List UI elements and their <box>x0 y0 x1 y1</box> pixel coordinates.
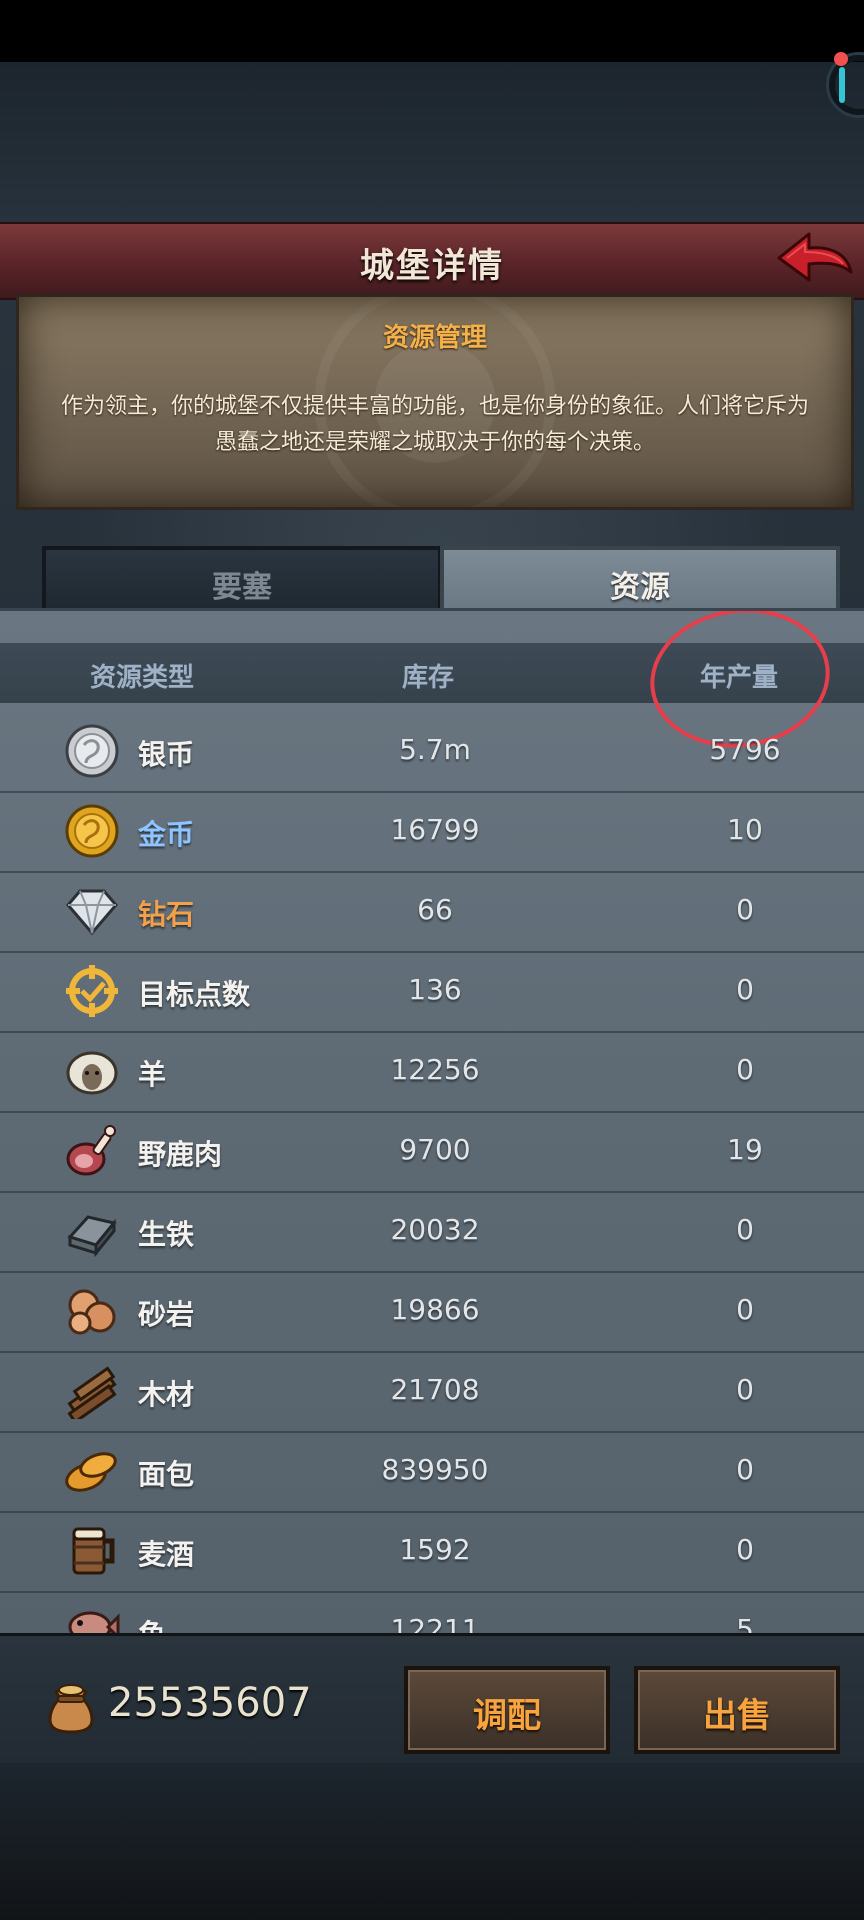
resource-stock: 16799 <box>390 813 480 846</box>
tab-fortress-label: 要塞 <box>212 570 272 605</box>
resource-stock: 839950 <box>381 1453 489 1486</box>
fish-icon <box>68 1611 120 1636</box>
allocate-button-label: 调配 <box>473 1696 541 1736</box>
resource-stock: 66 <box>417 893 453 926</box>
resource-table[interactable]: 资源类型 库存 年产量 银币 5.7m 5796 金币 16799 10 钻石 … <box>0 608 864 1636</box>
notification-dot <box>834 52 848 66</box>
resource-name: 目标点数 <box>138 978 251 1011</box>
gold-bag-icon <box>48 1684 94 1734</box>
resource-name: 木材 <box>138 1378 195 1411</box>
tab-resources[interactable]: 资源 <box>440 546 840 612</box>
resource-yearly: 0 <box>736 1213 754 1246</box>
gold-amount: 25535607 <box>108 1680 312 1726</box>
gold-coin-icon <box>65 804 119 858</box>
resource-yearly: 0 <box>736 1373 754 1406</box>
bread-icon <box>65 1452 117 1492</box>
resource-yearly: 10 <box>727 813 763 846</box>
resource-stock: 1592 <box>399 1533 471 1566</box>
table-row: 钻石 66 0 <box>0 871 864 953</box>
resource-name: 羊 <box>138 1058 167 1091</box>
tab-fortress[interactable]: 要塞 <box>42 546 442 616</box>
resource-stock: 20032 <box>390 1213 480 1246</box>
page-title: 城堡详情 <box>360 246 504 286</box>
resource-yearly: 0 <box>736 973 754 1006</box>
resource-stock: 136 <box>408 973 462 1006</box>
table-row: 野鹿肉 9700 19 <box>0 1111 864 1193</box>
section-subtitle: 资源管理 <box>382 323 487 353</box>
resource-name: 金币 <box>138 818 195 851</box>
resource-yearly: 5796 <box>709 733 781 766</box>
table-row: 木材 21708 0 <box>0 1351 864 1433</box>
diamond-icon <box>66 889 118 936</box>
iron-ingot-icon <box>67 1215 117 1258</box>
status-area <box>0 0 864 62</box>
tab-resources-label: 资源 <box>610 570 670 605</box>
table-row: 银币 5.7m 5796 <box>0 711 864 793</box>
venison-icon <box>66 1125 116 1176</box>
resource-stock: 21708 <box>390 1373 480 1406</box>
table-row: 面包 839950 0 <box>0 1431 864 1513</box>
table-row: 目标点数 136 0 <box>0 951 864 1033</box>
resource-yearly: 0 <box>736 1293 754 1326</box>
resource-name: 面包 <box>138 1458 195 1491</box>
screen: 城堡详情 资源管理 作为领主，你的城堡不仅提供丰富的功能，也是你身份的象征。人们… <box>0 0 864 1920</box>
resource-name: 麦酒 <box>138 1538 195 1571</box>
column-header-yearly: 年产量 <box>700 663 779 693</box>
table-row: 羊 12256 0 <box>0 1031 864 1113</box>
table-row: 金币 16799 10 <box>0 791 864 873</box>
resource-name: 砂岩 <box>138 1298 195 1331</box>
table-row: 砂岩 19866 0 <box>0 1271 864 1353</box>
sandstone-icon <box>68 1289 116 1335</box>
silver-coin-icon <box>65 724 119 778</box>
wood-icon <box>67 1366 117 1419</box>
resource-yearly: 0 <box>736 1533 754 1566</box>
resource-name: 野鹿肉 <box>138 1138 223 1171</box>
sell-button-label: 出售 <box>703 1696 771 1736</box>
column-header-type: 资源类型 <box>90 663 195 693</box>
resource-stock: 12256 <box>390 1053 480 1086</box>
sheep-icon <box>66 1051 118 1095</box>
resource-stock: 19866 <box>390 1293 480 1326</box>
table-row: 生铁 20032 0 <box>0 1191 864 1273</box>
table-row: 鱼 12211 5 <box>0 1591 864 1636</box>
resource-name: 钻石 <box>138 898 195 931</box>
resource-stock: 5.7m <box>399 733 471 766</box>
resource-yearly: 0 <box>736 1453 754 1486</box>
ale-mug-icon <box>72 1527 115 1575</box>
resource-stock: 9700 <box>399 1133 471 1166</box>
resource-yearly: 19 <box>727 1133 763 1166</box>
section-description: 作为领主，你的城堡不仅提供丰富的功能，也是你身份的象征。人们将它斥为愚蠢之地还是… <box>60 394 809 455</box>
resource-name: 银币 <box>138 738 195 771</box>
footer-bar: 25535607 调配 出售 <box>0 1633 864 1763</box>
column-header-stock: 库存 <box>402 663 455 693</box>
title-bar: 城堡详情 <box>0 222 864 300</box>
target-icon <box>66 965 118 1017</box>
resource-name: 生铁 <box>138 1218 195 1251</box>
back-arrow-icon[interactable] <box>775 228 855 288</box>
background-panel <box>0 62 864 222</box>
info-panel: 资源管理 作为领主，你的城堡不仅提供丰富的功能，也是你身份的象征。人们将它斥为愚… <box>16 294 854 510</box>
resource-yearly: 0 <box>736 893 754 926</box>
resource-yearly: 0 <box>736 1053 754 1086</box>
table-header: 资源类型 库存 年产量 <box>0 643 864 703</box>
table-row: 麦酒 1592 0 <box>0 1511 864 1593</box>
allocate-button[interactable]: 调配 <box>404 1666 610 1754</box>
sell-button[interactable]: 出售 <box>634 1666 840 1754</box>
